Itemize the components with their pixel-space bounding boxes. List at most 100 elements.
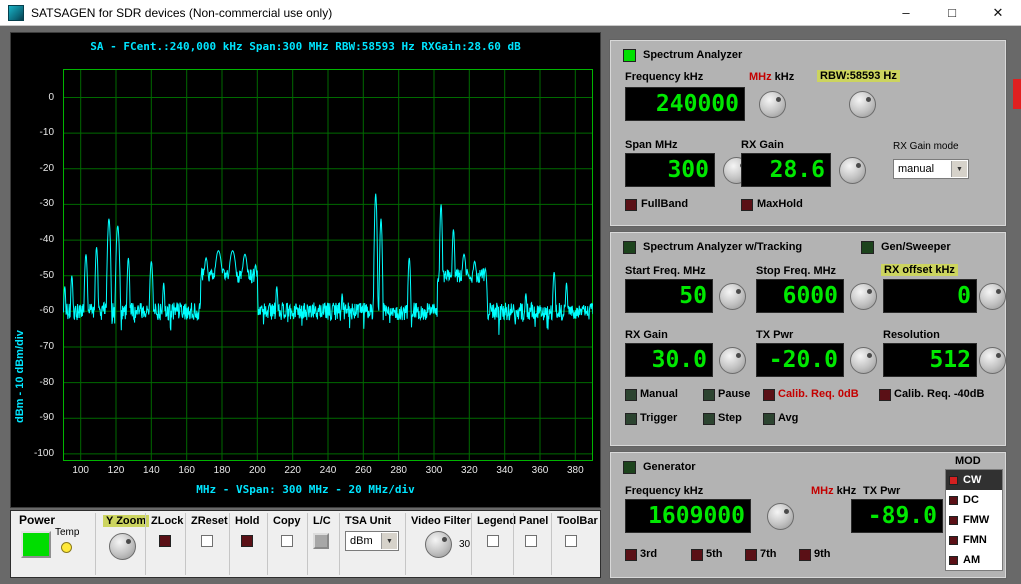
rx-offset-display[interactable]: 0 — [883, 279, 977, 313]
rx-gain-knob[interactable] — [839, 157, 866, 184]
harmonic-7th-toggle[interactable] — [745, 549, 757, 561]
tracking-panel: Spectrum Analyzer w/Tracking Gen/Sweeper… — [610, 232, 1006, 446]
start-freq-display[interactable]: 50 — [625, 279, 713, 313]
minimize-button[interactable]: – — [883, 0, 929, 25]
frequency-knob[interactable] — [759, 91, 786, 118]
span-display[interactable]: 300 — [625, 153, 715, 187]
pause-toggle[interactable] — [703, 389, 715, 401]
fullband-label: FullBand — [641, 198, 688, 210]
resolution-knob[interactable] — [979, 347, 1006, 374]
tracking-rx-gain-knob[interactable] — [719, 347, 746, 374]
trigger-toggle[interactable] — [625, 413, 637, 425]
mhz-unit[interactable]: MHz — [749, 71, 772, 83]
mod-option-cw[interactable]: CW — [946, 470, 1002, 490]
gen-mhz-unit[interactable]: MHz — [811, 485, 834, 497]
rbw-knob[interactable] — [849, 91, 876, 118]
toolbar-checkbox[interactable] — [565, 535, 577, 547]
x-axis-label: MHz - VSpan: 300 MHz - 20 MHz/div — [11, 483, 600, 496]
frequency-label: Frequency kHz — [625, 71, 703, 83]
edge-color-strip — [1013, 79, 1021, 109]
manual-toggle[interactable] — [625, 389, 637, 401]
tracking-tx-pwr-display[interactable]: -20.0 — [756, 343, 844, 377]
rx-gain-mode-dropdown[interactable]: manual▼ — [893, 159, 969, 179]
harmonic-3rd-toggle[interactable] — [625, 549, 637, 561]
lc-button[interactable] — [313, 533, 329, 549]
x-tick-label: 120 — [103, 465, 129, 476]
fullband-toggle[interactable] — [625, 199, 637, 211]
frequency-display[interactable]: 240000 — [625, 87, 745, 121]
calib-0-toggle[interactable] — [763, 389, 775, 401]
manual-label: Manual — [640, 388, 678, 400]
spectrum-analyzer-led[interactable] — [623, 49, 636, 62]
gen-tx-pwr-display[interactable]: -89.0 — [851, 499, 943, 533]
generator-title: Generator — [643, 461, 696, 473]
x-tick-label: 360 — [527, 465, 553, 476]
zreset-checkbox[interactable] — [201, 535, 213, 547]
start-freq-label: Start Freq. MHz — [625, 265, 706, 277]
legend-label: Legend — [477, 515, 516, 527]
tsa-unit-label: TSA Unit — [345, 515, 391, 527]
gen-frequency-display[interactable]: 1609000 — [625, 499, 751, 533]
gen-sweeper-led[interactable] — [861, 241, 874, 254]
y-zoom-knob[interactable] — [109, 533, 136, 560]
bottom-toolbar: Power Temp Y Zoom ZLock ZReset Hold Copy… — [10, 510, 601, 578]
power-button[interactable] — [21, 531, 51, 558]
resolution-display[interactable]: 512 — [883, 343, 977, 377]
y-tick-label: -70 — [40, 341, 54, 352]
avg-toggle[interactable] — [763, 413, 775, 425]
zlock-toggle[interactable] — [159, 535, 171, 547]
zlock-label: ZLock — [151, 515, 183, 527]
gen-frequency-label: Frequency kHz — [625, 485, 703, 497]
step-toggle[interactable] — [703, 413, 715, 425]
mod-option-fmw[interactable]: FMW — [946, 510, 1002, 530]
hold-toggle[interactable] — [241, 535, 253, 547]
tracking-tx-pwr-knob[interactable] — [850, 347, 877, 374]
panel-checkbox[interactable] — [525, 535, 537, 547]
y-tick-label: -30 — [40, 198, 54, 209]
tracking-rx-gain-display[interactable]: 30.0 — [625, 343, 713, 377]
x-tick-label: 320 — [456, 465, 482, 476]
mod-option-fmn[interactable]: FMN — [946, 530, 1002, 550]
calib-40-toggle[interactable] — [879, 389, 891, 401]
legend-checkbox[interactable] — [487, 535, 499, 547]
harmonic-5th-label: 5th — [706, 548, 723, 560]
maxhold-label: MaxHold — [757, 198, 803, 210]
y-tick-label: -60 — [40, 305, 54, 316]
mod-option-dc[interactable]: DC — [946, 490, 1002, 510]
tsa-unit-dropdown[interactable]: dBm▼ — [345, 531, 399, 551]
dropdown-arrow-icon[interactable]: ▼ — [951, 161, 967, 177]
close-button[interactable]: ✕ — [975, 0, 1021, 25]
start-freq-knob[interactable] — [719, 283, 746, 310]
maximize-button[interactable]: □ — [929, 0, 975, 25]
spectrum-plot[interactable] — [63, 69, 593, 461]
mod-option-label: FMN — [963, 534, 987, 546]
maxhold-toggle[interactable] — [741, 199, 753, 211]
step-label: Step — [718, 412, 742, 424]
stop-freq-knob[interactable] — [850, 283, 877, 310]
lc-label: L/C — [313, 515, 331, 527]
harmonic-5th-toggle[interactable] — [691, 549, 703, 561]
copy-checkbox[interactable] — [281, 535, 293, 547]
toolbar-separator — [267, 513, 268, 575]
khz-unit[interactable]: kHz — [775, 71, 795, 83]
gen-khz-unit[interactable]: kHz — [837, 485, 857, 497]
stop-freq-display[interactable]: 6000 — [756, 279, 844, 313]
dropdown-arrow-icon[interactable]: ▼ — [381, 533, 397, 549]
gen-frequency-knob[interactable] — [767, 503, 794, 530]
video-filter-knob[interactable] — [425, 531, 452, 558]
resolution-label: Resolution — [883, 329, 940, 341]
copy-label: Copy — [273, 515, 301, 527]
mod-cw-indicator — [949, 476, 958, 485]
video-filter-label: Video Filter — [411, 515, 471, 527]
generator-led[interactable] — [623, 461, 636, 474]
mod-list: CW DC FMW FMN AM — [945, 469, 1003, 571]
toolbar-separator — [95, 513, 96, 575]
harmonic-9th-toggle[interactable] — [799, 549, 811, 561]
rx-gain-display[interactable]: 28.6 — [741, 153, 831, 187]
tracking-rx-gain-label: RX Gain — [625, 329, 668, 341]
rx-offset-knob[interactable] — [979, 283, 1006, 310]
tracking-led[interactable] — [623, 241, 636, 254]
toolbar-separator — [339, 513, 340, 575]
mod-option-am[interactable]: AM — [946, 550, 1002, 570]
harmonic-7th-label: 7th — [760, 548, 777, 560]
